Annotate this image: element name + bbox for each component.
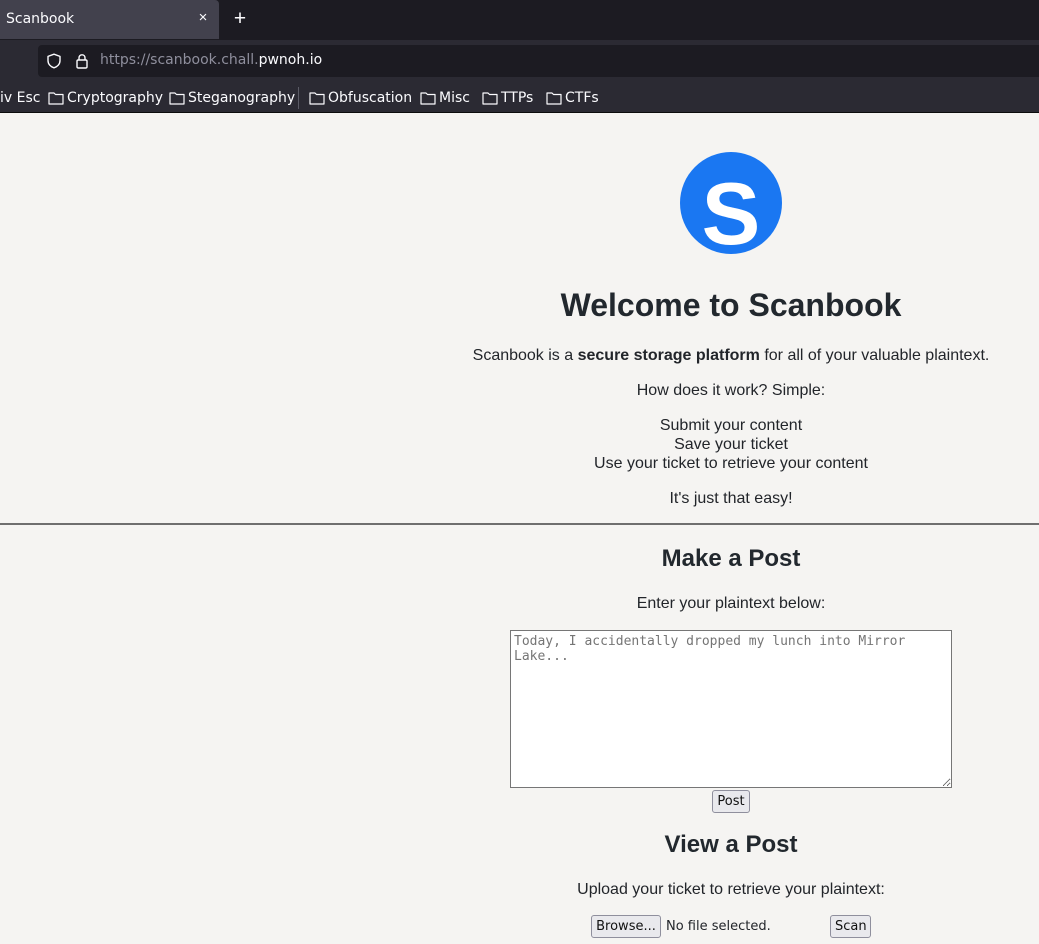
- scanbook-logo: S: [680, 152, 782, 255]
- folder-icon: [309, 92, 325, 105]
- bookmark-priv-esc[interactable]: iv Esc: [0, 88, 40, 108]
- step-item: Submit your content: [659, 417, 803, 434]
- bookmark-label: Cryptography: [67, 90, 164, 106]
- bookmark-steganography[interactable]: Steganography: [169, 88, 295, 108]
- plaintext-textarea[interactable]: [510, 630, 952, 788]
- bookmarks-toolbar: iv Esc Cryptography Steganography Obfusc…: [0, 82, 1039, 113]
- close-tab-icon[interactable]: ×: [195, 10, 211, 26]
- steps-list: Submit your content Save your ticket Use…: [422, 416, 1039, 473]
- browser-nav-bar: https://scanbook.chall.pwnoh.io: [0, 40, 1039, 82]
- folder-icon: [482, 92, 498, 105]
- url-text[interactable]: https://scanbook.chall.pwnoh.io: [100, 52, 322, 68]
- section-divider: [0, 523, 1039, 525]
- file-status: No file selected.: [666, 919, 771, 934]
- browser-tab-scanbook[interactable]: Scanbook ×: [0, 0, 219, 39]
- folder-icon: [169, 92, 185, 105]
- url-domain: pwnoh.io: [258, 52, 323, 68]
- plaintext-label: Enter your plaintext below:: [636, 595, 826, 612]
- desc-prefix: Scanbook is a: [472, 347, 578, 364]
- bookmark-label: CTFs: [565, 90, 599, 106]
- folder-icon: [48, 92, 64, 105]
- easy-text: It's just that easy!: [669, 490, 793, 507]
- bookmark-separator: [298, 87, 299, 109]
- step-item: Use your ticket to retrieve your content: [594, 455, 868, 472]
- scan-button[interactable]: Scan: [830, 915, 871, 938]
- bookmark-ttps[interactable]: TTPs: [482, 88, 533, 108]
- make-post-heading: Make a Post: [661, 545, 801, 572]
- post-button[interactable]: Post: [712, 790, 750, 813]
- bookmark-obfuscation[interactable]: Obfuscation: [309, 88, 412, 108]
- new-tab-icon[interactable]: +: [229, 8, 251, 30]
- url-bar[interactable]: https://scanbook.chall.pwnoh.io: [38, 45, 1039, 77]
- page-title: Welcome to Scanbook: [560, 287, 902, 323]
- logo-letter: S: [702, 164, 761, 255]
- folder-icon: [420, 92, 436, 105]
- bookmark-label: Steganography: [188, 90, 296, 106]
- how-it-works: How does it work? Simple:: [636, 382, 826, 399]
- view-post-heading: View a Post: [664, 831, 798, 858]
- folder-icon: [546, 92, 562, 105]
- shield-icon[interactable]: [46, 53, 62, 69]
- browse-button[interactable]: Browse...: [591, 915, 661, 938]
- bookmark-label: Misc: [439, 90, 470, 106]
- tab-title: Scanbook: [6, 11, 75, 27]
- bookmark-label: iv Esc: [0, 90, 41, 106]
- bookmark-label: TTPs: [501, 90, 534, 106]
- page-content: S Welcome to Scanbook Scanbook is a secu…: [0, 113, 1039, 944]
- upload-label: Upload your ticket to retrieve your plai…: [577, 881, 885, 898]
- bookmark-ctfs[interactable]: CTFs: [546, 88, 599, 108]
- desc-suffix: for all of your valuable plaintext.: [759, 347, 990, 364]
- bookmark-cryptography[interactable]: Cryptography: [48, 88, 163, 108]
- desc-bold: secure storage platform: [577, 347, 760, 364]
- bookmark-misc[interactable]: Misc: [420, 88, 470, 108]
- bookmark-label: Obfuscation: [328, 90, 413, 106]
- url-prefix: https://scanbook.chall.: [100, 52, 259, 68]
- lock-icon[interactable]: [74, 53, 90, 69]
- step-item: Save your ticket: [674, 436, 788, 453]
- intro-description: Scanbook is a secure storage platform fo…: [422, 346, 1039, 365]
- browser-tab-bar: Scanbook × +: [0, 0, 1039, 40]
